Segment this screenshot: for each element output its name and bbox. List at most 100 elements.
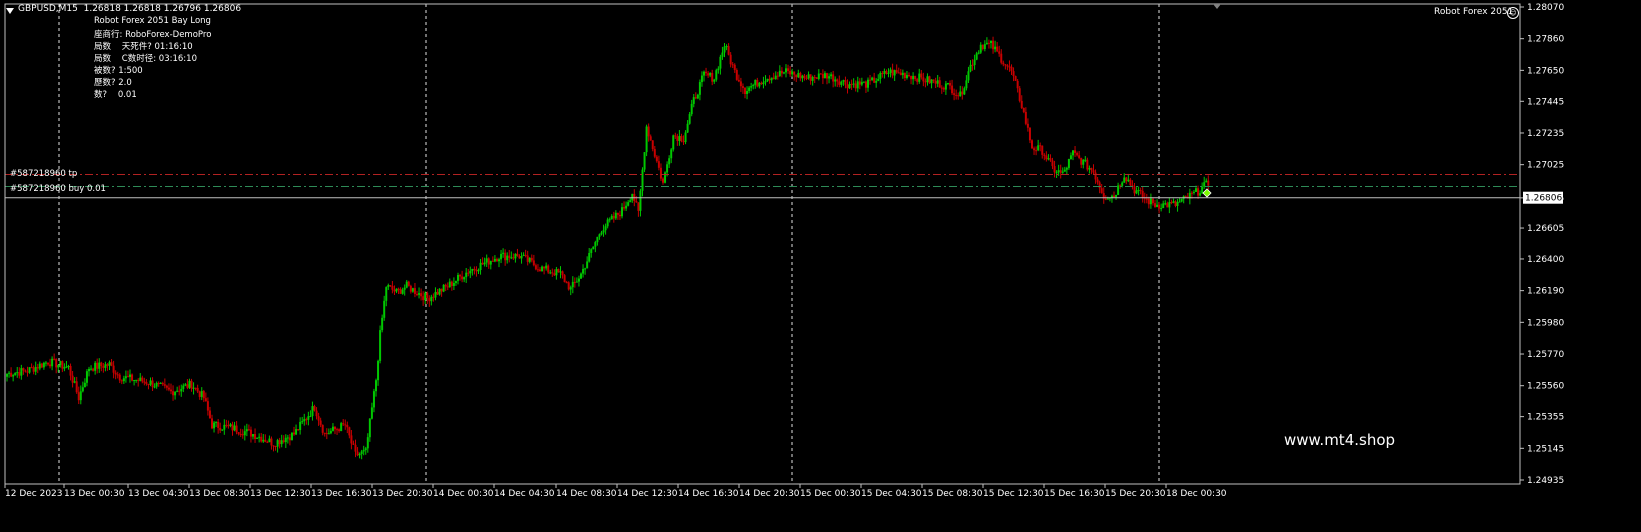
candle-body: [990, 40, 992, 43]
candle: [946, 82, 949, 86]
candle-body: [481, 262, 484, 265]
candle-body: [873, 77, 876, 83]
candle-body: [1092, 170, 1095, 173]
candle-body: [432, 296, 435, 298]
candle-body: [614, 212, 617, 219]
candle-body: [493, 258, 496, 262]
candle: [1084, 156, 1087, 163]
current-price-marker: [1202, 188, 1212, 198]
candle-body: [657, 161, 660, 168]
candle-body: [846, 84, 849, 89]
candle-body: [1147, 198, 1150, 205]
candle-body: [686, 123, 689, 133]
candle: [774, 71, 777, 80]
candle: [491, 256, 494, 262]
period-separators: [58, 4, 1160, 484]
candle: [336, 427, 339, 435]
candle: [1028, 127, 1031, 144]
candle-body: [83, 382, 86, 388]
candle: [627, 200, 630, 207]
candle-body: [467, 272, 470, 274]
candle: [1129, 177, 1132, 188]
candle: [1014, 75, 1017, 81]
candle: [647, 123, 650, 142]
candle-body: [71, 375, 74, 383]
candle-body: [594, 242, 597, 247]
candle-body: [676, 136, 679, 141]
candle-body: [409, 285, 412, 292]
candle: [867, 77, 869, 92]
candle: [506, 252, 509, 264]
candle-body: [981, 44, 984, 49]
y-tick-label: 1.26605: [1527, 224, 1564, 234]
candle-body: [787, 68, 790, 71]
candle-body: [399, 288, 402, 294]
candle: [850, 79, 853, 90]
candle-body: [141, 377, 144, 382]
candle: [104, 361, 107, 372]
candle-body: [288, 437, 291, 441]
candle-body: [772, 77, 775, 80]
candle: [1154, 199, 1156, 208]
dropdown-triangle-icon[interactable]: [6, 8, 14, 14]
candle: [213, 421, 216, 433]
candle: [799, 71, 802, 82]
candle-body: [610, 215, 613, 220]
candle-body: [311, 406, 314, 417]
candle-body: [42, 362, 45, 368]
candle-body: [741, 86, 744, 88]
candle-body: [955, 94, 958, 96]
axes: 1.28070 1.27860 1.27650 1.27445 1.27235 1.270…: [4, 3, 1564, 499]
candle-body: [32, 367, 35, 372]
candle-body: [694, 97, 697, 99]
candle: [319, 417, 322, 428]
candle-body: [67, 366, 70, 368]
candle: [1031, 139, 1033, 149]
candle-body: [260, 436, 263, 442]
candle-body: [155, 382, 158, 387]
candle: [131, 373, 134, 382]
candle: [608, 217, 611, 223]
candle-body: [264, 439, 267, 442]
candle: [67, 364, 70, 370]
candle-body: [391, 285, 394, 290]
candle-body: [592, 246, 595, 250]
x-tick-label: 14 Dec 00:30: [433, 489, 494, 499]
candle: [1086, 157, 1089, 172]
candle-body: [469, 270, 472, 274]
candle-body: [1026, 123, 1029, 128]
candle: [239, 428, 242, 438]
candle-body: [186, 384, 189, 388]
candle: [403, 284, 406, 296]
candle: [1145, 193, 1148, 204]
candle: [465, 268, 468, 283]
candle-body: [625, 205, 628, 209]
candle: [149, 377, 152, 387]
candle: [1170, 199, 1173, 205]
candle-body: [875, 80, 878, 83]
candle-body: [557, 269, 560, 273]
candle-body: [1037, 145, 1040, 151]
candle-body: [446, 286, 449, 288]
candle-body: [266, 441, 269, 443]
candle: [473, 266, 476, 275]
x-tick-label: 13 Dec 16:30: [311, 489, 372, 499]
candle: [75, 376, 78, 394]
chart-canvas[interactable]: 1.28070 1.27860 1.27650 1.27445 1.27235 1.270…: [0, 0, 1641, 528]
candle: [1010, 64, 1013, 76]
candle-body: [297, 429, 300, 431]
candle: [621, 203, 623, 219]
candle-body: [30, 367, 33, 369]
candle-body: [40, 363, 43, 368]
candle: [959, 85, 962, 97]
candle: [758, 81, 761, 89]
candle-body: [844, 80, 847, 85]
candle-body: [167, 387, 170, 390]
candle: [323, 432, 326, 437]
candle-body: [8, 372, 11, 374]
candle: [6, 373, 8, 382]
candle: [133, 379, 136, 386]
candle-body: [61, 361, 64, 369]
candle-body: [549, 272, 552, 274]
candle: [698, 79, 701, 101]
